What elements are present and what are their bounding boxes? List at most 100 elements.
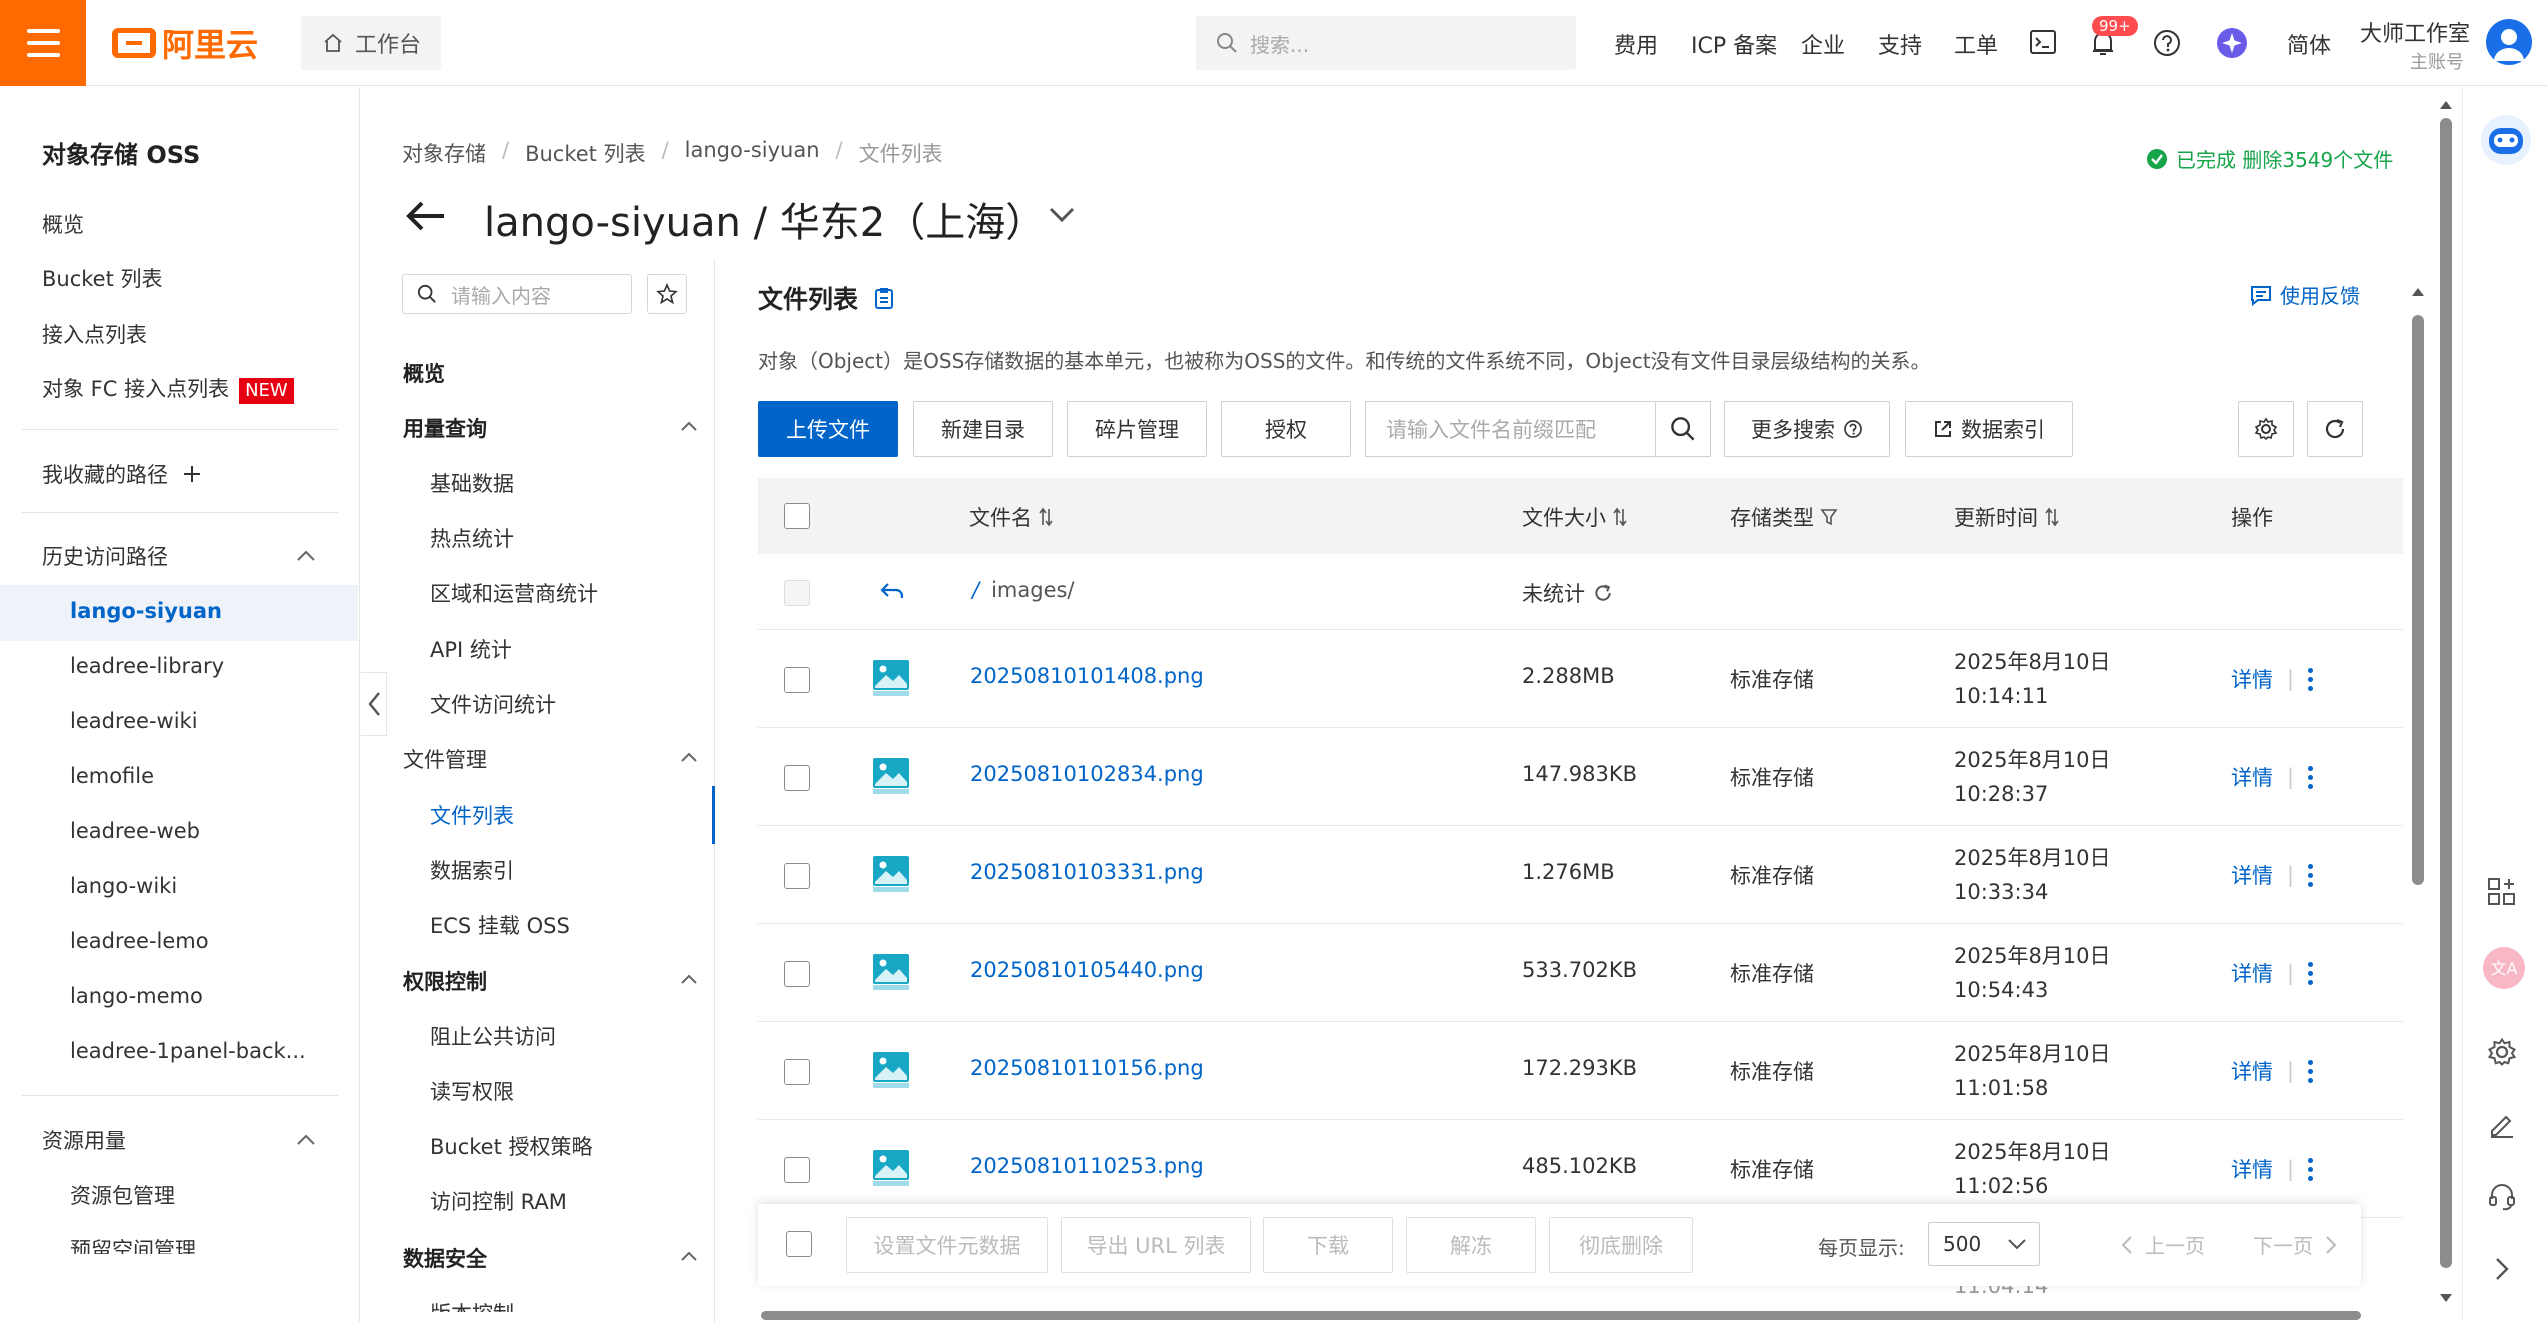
history-item[interactable]: lango-wiki (70, 874, 177, 898)
menu-item[interactable]: API 统计 (430, 634, 512, 664)
table-row[interactable]: 20250810102834.png 147.983KB 标准存储 2025年8月10… (758, 728, 2403, 826)
detail-link[interactable]: 详情 (2231, 1154, 2273, 1184)
gear-icon[interactable] (2238, 401, 2294, 457)
language-switch[interactable]: 简体 (2287, 28, 2331, 60)
avatar[interactable] (2486, 19, 2532, 65)
menu-item[interactable]: 文件访问统计 (430, 689, 556, 719)
new-directory-button[interactable]: 新建目录 (913, 401, 1053, 457)
menu-item-file-list[interactable]: 文件列表 (430, 800, 514, 830)
unfreeze-button[interactable]: 解冻 (1406, 1217, 1536, 1273)
menu-group-usage[interactable]: 用量查询 (403, 413, 487, 443)
menu-group-data-security[interactable]: 数据安全 (403, 1243, 487, 1273)
robot-assistant-icon[interactable] (2479, 113, 2533, 167)
breadcrumb-item[interactable]: lango-siyuan (685, 138, 820, 168)
clipboard-icon[interactable] (874, 287, 894, 309)
prev-page-button[interactable]: 上一页 (2121, 1230, 2205, 1259)
menu-item[interactable]: ECS 挂载 OSS (430, 910, 570, 940)
more-search-button[interactable]: 更多搜索 (1724, 401, 1890, 457)
chevron-down-icon[interactable] (1047, 205, 1077, 225)
menu-item[interactable]: 热点统计 (430, 523, 514, 553)
global-search[interactable]: 搜索... (1196, 16, 1576, 70)
parent-dir-link[interactable]: / images/ (972, 578, 1075, 602)
history-item[interactable]: leadree-library (70, 654, 224, 678)
more-actions-icon[interactable] (2308, 961, 2314, 985)
menu-item[interactable]: 读写权限 (430, 1076, 514, 1106)
chevron-up-icon[interactable] (296, 548, 316, 562)
history-item[interactable]: leadree-1panel-back... (70, 1039, 306, 1063)
return-icon[interactable] (878, 580, 906, 602)
nav-enterprise[interactable]: 企业 (1801, 28, 1845, 60)
account-name[interactable]: 大师工作室 (2360, 16, 2470, 48)
sidebar-item-fc-access-points[interactable]: 对象 FC 接入点列表 NEW (42, 373, 294, 404)
nav-icp[interactable]: ICP 备案 (1691, 28, 1777, 60)
page-size-select[interactable]: 500 (1928, 1222, 2040, 1266)
more-actions-icon[interactable] (2308, 667, 2314, 691)
menu-item[interactable]: 阻止公共访问 (430, 1021, 556, 1051)
file-name-link[interactable]: 20250810103331.png (970, 860, 1204, 884)
column-header-storage-type[interactable]: 存储类型 (1730, 502, 1838, 532)
set-metadata-button[interactable]: 设置文件元数据 (846, 1217, 1048, 1273)
history-item[interactable]: lemofile (70, 764, 154, 788)
table-row[interactable]: 20250810110156.png 172.293KB 标准存储 2025年8月10… (758, 1022, 2403, 1120)
translate-icon[interactable]: 文A (2482, 946, 2526, 990)
task-status[interactable]: 已完成 删除3549个文件 (2146, 144, 2393, 173)
settings-icon[interactable] (2487, 1037, 2517, 1067)
headset-icon[interactable] (2487, 1181, 2517, 1211)
plus-icon[interactable] (182, 464, 202, 484)
more-actions-icon[interactable] (2308, 863, 2314, 887)
download-button[interactable]: 下载 (1263, 1217, 1393, 1273)
scrollbar-thumb[interactable] (761, 1311, 2361, 1320)
star-icon[interactable] (647, 274, 687, 314)
scroll-up-icon[interactable] (2439, 100, 2453, 110)
chevron-up-icon[interactable] (680, 1250, 698, 1262)
history-item[interactable]: leadree-web (70, 819, 200, 843)
page-scrollbar[interactable] (2436, 98, 2456, 1308)
file-name-link[interactable]: 20250810101408.png (970, 664, 1204, 688)
nav-billing[interactable]: 费用 (1614, 28, 1658, 60)
search-icon[interactable] (1655, 401, 1711, 457)
chevron-up-icon[interactable] (680, 420, 698, 432)
menu-item[interactable]: Bucket 授权策略 (430, 1131, 593, 1161)
chevron-up-icon[interactable] (296, 1132, 316, 1146)
breadcrumb-item[interactable]: Bucket 列表 (525, 138, 646, 168)
select-all-checkbox[interactable] (784, 503, 810, 529)
file-name-link[interactable]: 20250810110156.png (970, 1056, 1204, 1080)
menu-item[interactable]: 版本控制 (430, 1298, 514, 1312)
scroll-down-icon[interactable] (2439, 1293, 2453, 1303)
terminal-icon[interactable] (2029, 29, 2057, 55)
ai-assistant-icon[interactable] (2215, 26, 2249, 60)
more-actions-icon[interactable] (2308, 765, 2314, 789)
detail-link[interactable]: 详情 (2231, 958, 2273, 988)
menu-search-input[interactable]: 请输入内容 (402, 274, 632, 314)
scrollbar-thumb[interactable] (2440, 118, 2452, 1268)
detail-link[interactable]: 详情 (2231, 1056, 2273, 1086)
column-header-name[interactable]: 文件名 (969, 502, 1054, 532)
table-row-parent[interactable]: / images/ 未统计 (758, 554, 2403, 630)
row-checkbox[interactable] (784, 961, 810, 987)
resource-item[interactable]: 资源包管理 (70, 1180, 175, 1210)
table-row[interactable]: 20250810101408.png 2.288MB 标准存储 2025年8月10日 1… (758, 630, 2403, 728)
menu-group-permissions[interactable]: 权限控制 (403, 966, 487, 996)
collapse-sidebar-button[interactable] (361, 672, 387, 736)
menu-item[interactable]: 访问控制 RAM (430, 1186, 567, 1216)
back-arrow-icon[interactable] (404, 198, 448, 234)
row-checkbox[interactable] (784, 1157, 810, 1183)
menu-group-file-mgmt[interactable]: 文件管理 (403, 744, 487, 774)
row-checkbox[interactable] (784, 1059, 810, 1085)
select-all-checkbox[interactable] (786, 1231, 812, 1257)
resource-item[interactable]: 预留空间管理 (70, 1234, 196, 1254)
fragment-management-button[interactable]: 碎片管理 (1067, 401, 1207, 457)
prefix-filter-input[interactable]: 请输入文件名前缀匹配 (1365, 401, 1655, 457)
help-icon[interactable] (2152, 28, 2182, 58)
apps-icon[interactable] (2487, 877, 2517, 907)
upload-button[interactable]: 上传文件 (758, 401, 898, 457)
workbench-button[interactable]: 工作台 (301, 16, 441, 70)
detail-link[interactable]: 详情 (2231, 664, 2273, 694)
chevron-up-icon[interactable] (680, 751, 698, 763)
menu-icon[interactable] (0, 0, 86, 86)
history-item[interactable]: leadree-wiki (70, 709, 198, 733)
file-name-link[interactable]: 20250810110253.png (970, 1154, 1204, 1178)
detail-link[interactable]: 详情 (2231, 762, 2273, 792)
nav-support[interactable]: 支持 (1878, 28, 1922, 60)
history-item[interactable]: lango-memo (70, 984, 203, 1008)
